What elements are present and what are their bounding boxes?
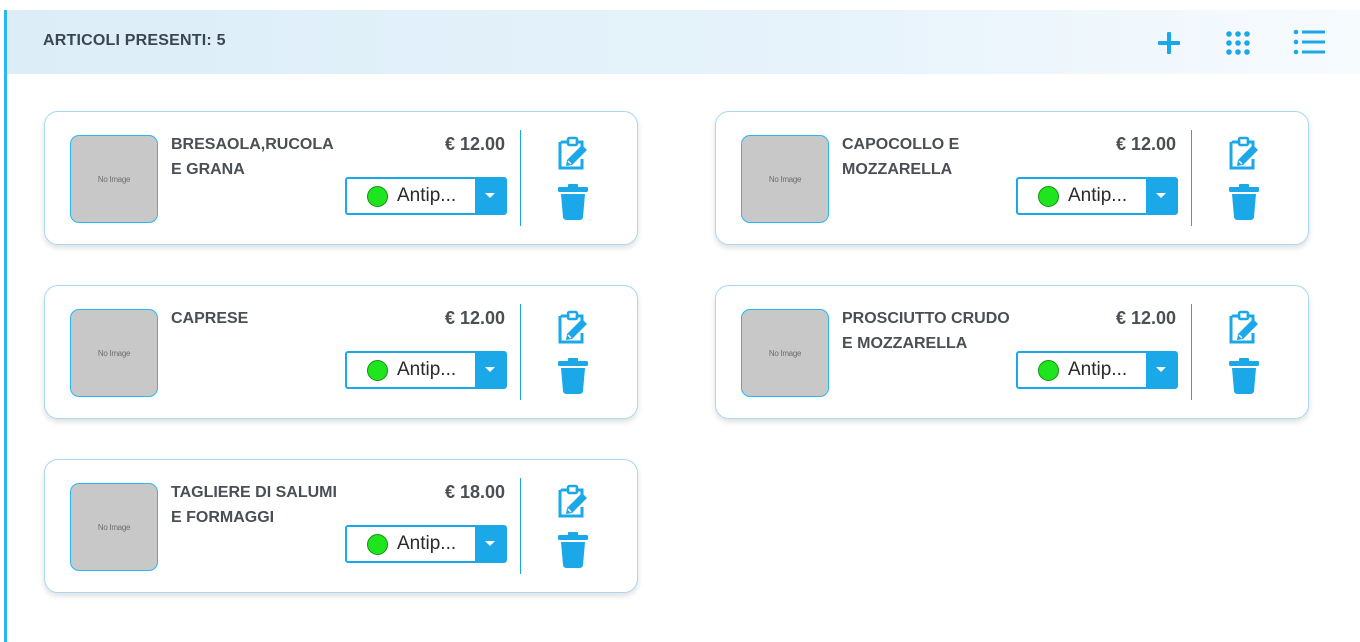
category-select[interactable]: Antip...: [1016, 177, 1178, 215]
item-name: CAPRESE: [171, 310, 249, 327]
category-selected-value: Antip...: [397, 359, 457, 380]
category-color-dot: [367, 534, 388, 555]
item-card: No Image CAPRESE € 12.00 Antip...: [44, 285, 638, 419]
item-price: € 12.00: [444, 134, 505, 154]
delete-icon[interactable]: [1228, 183, 1260, 221]
edit-icon[interactable]: [1226, 136, 1260, 172]
card-divider: [1191, 304, 1192, 400]
no-image-text: No Image: [97, 348, 131, 358]
items-count-title: ARTICOLI PRESENTI: 5: [43, 32, 226, 49]
item-image-placeholder: No Image: [741, 309, 829, 397]
card-divider: [520, 478, 521, 574]
grid-view-button[interactable]: [1221, 26, 1255, 60]
delete-icon[interactable]: [1228, 357, 1260, 395]
caret-down-icon: [485, 193, 495, 198]
item-image-placeholder: No Image: [741, 135, 829, 223]
caret-down-icon: [485, 541, 495, 546]
edit-icon[interactable]: [555, 136, 589, 172]
item-name: PROSCIUTTO CRUDO E MOZZARELLA: [842, 310, 1010, 352]
category-selected-value: Antip...: [1068, 185, 1128, 206]
edit-icon[interactable]: [555, 484, 589, 520]
dropdown-arrow[interactable]: [475, 527, 505, 561]
dropdown-arrow[interactable]: [475, 179, 505, 213]
category-select[interactable]: Antip...: [1016, 351, 1178, 389]
item-image-placeholder: No Image: [70, 483, 158, 571]
no-image-text: No Image: [97, 522, 131, 532]
caret-down-icon: [1156, 367, 1166, 372]
item-price: € 12.00: [444, 308, 505, 328]
card-divider: [520, 130, 521, 226]
category-selected-value: Antip...: [397, 533, 457, 554]
card-divider: [1191, 130, 1192, 226]
list-view-button[interactable]: [1291, 26, 1325, 60]
category-color-dot: [367, 360, 388, 381]
item-card: No Image CAPOCOLLO E MOZZARELLA € 12.00 A…: [715, 111, 1309, 245]
item-card: No Image PROSCIUTTO CRUDO E MOZZARELLA € …: [715, 285, 1309, 419]
items-header: ARTICOLI PRESENTI: 5: [7, 10, 1360, 74]
edit-icon[interactable]: [1226, 310, 1260, 346]
category-select[interactable]: Antip...: [345, 351, 507, 389]
item-image-placeholder: No Image: [70, 309, 158, 397]
card-divider: [520, 304, 521, 400]
item-name: TAGLIERE DI SALUMI E FORMAGGI: [171, 484, 337, 526]
no-image-text: No Image: [97, 174, 131, 184]
category-select[interactable]: Antip...: [345, 525, 507, 563]
item-price: € 12.00: [1115, 134, 1176, 154]
delete-icon[interactable]: [557, 531, 589, 569]
category-color-dot: [1038, 360, 1059, 381]
delete-icon[interactable]: [557, 357, 589, 395]
delete-icon[interactable]: [557, 183, 589, 221]
item-price: € 18.00: [444, 482, 505, 502]
category-select[interactable]: Antip...: [345, 177, 507, 215]
grid-view-icon: [1226, 31, 1250, 55]
dropdown-arrow[interactable]: [475, 353, 505, 387]
item-name: BRESAOLA,RUCOLA E GRANA: [171, 136, 334, 178]
caret-down-icon: [1156, 193, 1166, 198]
category-color-dot: [367, 186, 388, 207]
category-selected-value: Antip...: [397, 185, 457, 206]
category-color-dot: [1038, 186, 1059, 207]
item-name: CAPOCOLLO E MOZZARELLA: [842, 136, 960, 178]
item-card: No Image TAGLIERE DI SALUMI E FORMAGGI € …: [44, 459, 638, 593]
plus-icon: [1158, 32, 1180, 54]
dropdown-arrow[interactable]: [1146, 179, 1176, 213]
category-selected-value: Antip...: [1068, 359, 1128, 380]
item-price: € 12.00: [1115, 308, 1176, 328]
no-image-text: No Image: [768, 174, 802, 184]
list-view-icon: [1293, 29, 1325, 55]
add-item-button[interactable]: [1152, 26, 1186, 60]
edit-icon[interactable]: [555, 310, 589, 346]
no-image-text: No Image: [768, 348, 802, 358]
dropdown-arrow[interactable]: [1146, 353, 1176, 387]
item-image-placeholder: No Image: [70, 135, 158, 223]
item-card: No Image BRESAOLA,RUCOLA E GRANA € 12.00 …: [44, 111, 638, 245]
caret-down-icon: [485, 367, 495, 372]
